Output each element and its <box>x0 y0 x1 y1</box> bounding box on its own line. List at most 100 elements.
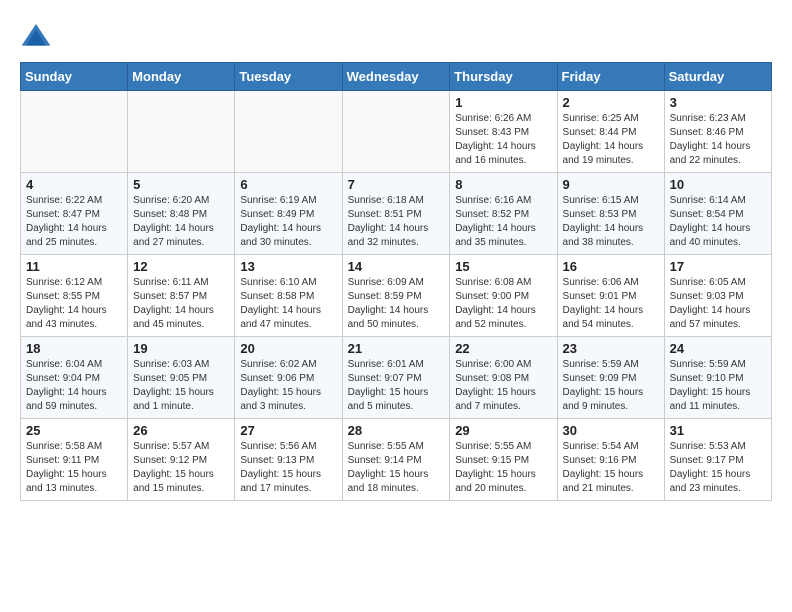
day-info: Sunrise: 5:54 AM Sunset: 9:16 PM Dayligh… <box>563 440 659 496</box>
day-cell: 14 Sunrise: 6:09 AM Sunset: 8:59 PM Dayli… <box>342 255 450 337</box>
day-info: Sunrise: 5:59 AM Sunset: 9:09 PM Dayligh… <box>563 358 659 414</box>
day-info: Sunrise: 6:01 AM Sunset: 9:07 PM Dayligh… <box>348 358 445 414</box>
week-row: 1Sunrise: 6:26 AM Sunset: 8:43 PM Daylig… <box>21 91 772 173</box>
day-cell <box>342 91 450 173</box>
weekday-cell: Monday <box>128 63 235 91</box>
day-cell: 3 Sunrise: 6:23 AM Sunset: 8:46 PM Daylig… <box>664 91 771 173</box>
day-number: 17 <box>670 259 766 274</box>
day-number: 2 <box>563 95 659 110</box>
day-number: 22 <box>455 341 551 356</box>
weekday-cell: Thursday <box>450 63 557 91</box>
weekday-cell: Saturday <box>664 63 771 91</box>
day-info: Sunrise: 5:59 AM Sunset: 9:10 PM Dayligh… <box>670 358 766 414</box>
day-cell <box>235 91 342 173</box>
week-row: 18 Sunrise: 6:04 AM Sunset: 9:04 PM Dayli… <box>21 337 772 419</box>
day-cell: 11 Sunrise: 6:12 AM Sunset: 8:55 PM Dayli… <box>21 255 128 337</box>
day-cell: 17 Sunrise: 6:05 AM Sunset: 9:03 PM Dayli… <box>664 255 771 337</box>
day-cell: 23 Sunrise: 5:59 AM Sunset: 9:09 PM Dayli… <box>557 337 664 419</box>
day-info: Sunrise: 6:04 AM Sunset: 9:04 PM Dayligh… <box>26 358 122 414</box>
day-cell: 20 Sunrise: 6:02 AM Sunset: 9:06 PM Dayli… <box>235 337 342 419</box>
day-info: Sunrise: 6:19 AM Sunset: 8:49 PM Dayligh… <box>240 194 336 250</box>
day-cell: 31 Sunrise: 5:53 AM Sunset: 9:17 PM Dayli… <box>664 419 771 501</box>
calendar-table: SundayMondayTuesdayWednesdayThursdayFrid… <box>20 62 772 501</box>
calendar-body: 1Sunrise: 6:26 AM Sunset: 8:43 PM Daylig… <box>21 91 772 501</box>
day-info: Sunrise: 6:02 AM Sunset: 9:06 PM Dayligh… <box>240 358 336 414</box>
logo <box>20 20 56 52</box>
day-info: Sunrise: 6:23 AM Sunset: 8:46 PM Dayligh… <box>670 112 766 168</box>
day-number: 30 <box>563 423 659 438</box>
day-number: 21 <box>348 341 445 356</box>
day-cell: 12 Sunrise: 6:11 AM Sunset: 8:57 PM Dayli… <box>128 255 235 337</box>
day-number: 23 <box>563 341 659 356</box>
day-info: Sunrise: 6:12 AM Sunset: 8:55 PM Dayligh… <box>26 276 122 332</box>
day-info: Sunrise: 5:56 AM Sunset: 9:13 PM Dayligh… <box>240 440 336 496</box>
day-cell: 27 Sunrise: 5:56 AM Sunset: 9:13 PM Dayli… <box>235 419 342 501</box>
day-cell: 5Sunrise: 6:20 AM Sunset: 8:48 PM Daylig… <box>128 173 235 255</box>
day-cell <box>21 91 128 173</box>
day-info: Sunrise: 6:00 AM Sunset: 9:08 PM Dayligh… <box>455 358 551 414</box>
weekday-cell: Wednesday <box>342 63 450 91</box>
day-cell: 7Sunrise: 6:18 AM Sunset: 8:51 PM Daylig… <box>342 173 450 255</box>
day-cell: 21 Sunrise: 6:01 AM Sunset: 9:07 PM Dayli… <box>342 337 450 419</box>
week-row: 4 Sunrise: 6:22 AM Sunset: 8:47 PM Daylig… <box>21 173 772 255</box>
day-number: 24 <box>670 341 766 356</box>
day-number: 10 <box>670 177 766 192</box>
weekday-cell: Tuesday <box>235 63 342 91</box>
day-info: Sunrise: 5:53 AM Sunset: 9:17 PM Dayligh… <box>670 440 766 496</box>
day-info: Sunrise: 5:57 AM Sunset: 9:12 PM Dayligh… <box>133 440 229 496</box>
day-number: 18 <box>26 341 122 356</box>
day-number: 4 <box>26 177 122 192</box>
day-number: 15 <box>455 259 551 274</box>
day-info: Sunrise: 5:55 AM Sunset: 9:15 PM Dayligh… <box>455 440 551 496</box>
day-cell: 2 Sunrise: 6:25 AM Sunset: 8:44 PM Daylig… <box>557 91 664 173</box>
day-info: Sunrise: 6:25 AM Sunset: 8:44 PM Dayligh… <box>563 112 659 168</box>
weekday-cell: Friday <box>557 63 664 91</box>
day-number: 5 <box>133 177 229 192</box>
day-info: Sunrise: 6:09 AM Sunset: 8:59 PM Dayligh… <box>348 276 445 332</box>
day-cell: 29Sunrise: 5:55 AM Sunset: 9:15 PM Dayli… <box>450 419 557 501</box>
page-header <box>20 20 772 52</box>
day-number: 13 <box>240 259 336 274</box>
day-number: 31 <box>670 423 766 438</box>
day-cell: 16 Sunrise: 6:06 AM Sunset: 9:01 PM Dayli… <box>557 255 664 337</box>
day-number: 3 <box>670 95 766 110</box>
day-info: Sunrise: 6:18 AM Sunset: 8:51 PM Dayligh… <box>348 194 445 250</box>
day-number: 8 <box>455 177 551 192</box>
day-info: Sunrise: 6:10 AM Sunset: 8:58 PM Dayligh… <box>240 276 336 332</box>
day-cell: 19Sunrise: 6:03 AM Sunset: 9:05 PM Dayli… <box>128 337 235 419</box>
day-number: 19 <box>133 341 229 356</box>
weekday-header-row: SundayMondayTuesdayWednesdayThursdayFrid… <box>21 63 772 91</box>
day-cell: 25 Sunrise: 5:58 AM Sunset: 9:11 PM Dayli… <box>21 419 128 501</box>
day-cell: 10 Sunrise: 6:14 AM Sunset: 8:54 PM Dayli… <box>664 173 771 255</box>
day-cell <box>128 91 235 173</box>
day-info: Sunrise: 6:14 AM Sunset: 8:54 PM Dayligh… <box>670 194 766 250</box>
day-number: 27 <box>240 423 336 438</box>
day-cell: 22 Sunrise: 6:00 AM Sunset: 9:08 PM Dayli… <box>450 337 557 419</box>
day-number: 28 <box>348 423 445 438</box>
day-info: Sunrise: 5:58 AM Sunset: 9:11 PM Dayligh… <box>26 440 122 496</box>
day-cell: 28 Sunrise: 5:55 AM Sunset: 9:14 PM Dayli… <box>342 419 450 501</box>
day-number: 1 <box>455 95 551 110</box>
day-cell: 26Sunrise: 5:57 AM Sunset: 9:12 PM Dayli… <box>128 419 235 501</box>
day-info: Sunrise: 6:15 AM Sunset: 8:53 PM Dayligh… <box>563 194 659 250</box>
day-number: 11 <box>26 259 122 274</box>
day-cell: 4 Sunrise: 6:22 AM Sunset: 8:47 PM Daylig… <box>21 173 128 255</box>
day-number: 16 <box>563 259 659 274</box>
day-info: Sunrise: 5:55 AM Sunset: 9:14 PM Dayligh… <box>348 440 445 496</box>
day-number: 12 <box>133 259 229 274</box>
week-row: 25 Sunrise: 5:58 AM Sunset: 9:11 PM Dayli… <box>21 419 772 501</box>
logo-icon <box>20 20 52 52</box>
day-cell: 13 Sunrise: 6:10 AM Sunset: 8:58 PM Dayli… <box>235 255 342 337</box>
day-cell: 9 Sunrise: 6:15 AM Sunset: 8:53 PM Daylig… <box>557 173 664 255</box>
day-number: 25 <box>26 423 122 438</box>
day-number: 20 <box>240 341 336 356</box>
day-info: Sunrise: 6:11 AM Sunset: 8:57 PM Dayligh… <box>133 276 229 332</box>
day-cell: 8Sunrise: 6:16 AM Sunset: 8:52 PM Daylig… <box>450 173 557 255</box>
day-info: Sunrise: 6:05 AM Sunset: 9:03 PM Dayligh… <box>670 276 766 332</box>
day-info: Sunrise: 6:06 AM Sunset: 9:01 PM Dayligh… <box>563 276 659 332</box>
day-number: 9 <box>563 177 659 192</box>
day-info: Sunrise: 6:08 AM Sunset: 9:00 PM Dayligh… <box>455 276 551 332</box>
day-info: Sunrise: 6:22 AM Sunset: 8:47 PM Dayligh… <box>26 194 122 250</box>
day-cell: 6Sunrise: 6:19 AM Sunset: 8:49 PM Daylig… <box>235 173 342 255</box>
day-number: 14 <box>348 259 445 274</box>
